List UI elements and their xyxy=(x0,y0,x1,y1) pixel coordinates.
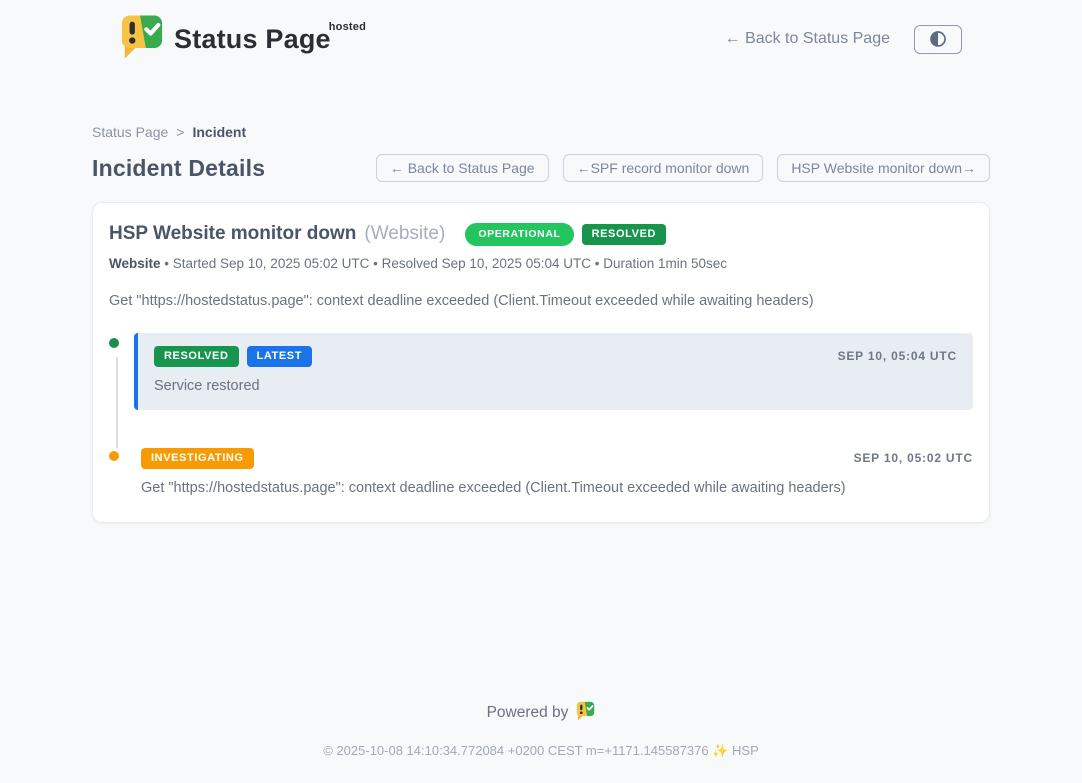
incident-meta-component: Website xyxy=(109,256,161,271)
brand-hosted-label: hosted xyxy=(329,21,366,33)
timeline-resolved-badge: RESOLVED xyxy=(154,346,239,367)
timeline-update-plain: INVESTIGATING SEP 10, 05:02 UTC Get "htt… xyxy=(134,446,973,496)
operational-status-badge: OPERATIONAL xyxy=(465,223,573,246)
back-to-status-page-button[interactable]: ← Back to Status Page xyxy=(376,154,549,182)
brand-logo[interactable]: Status Page hosted xyxy=(120,13,378,65)
timeline-timestamp: SEP 10, 05:04 UTC xyxy=(838,349,957,363)
timeline-message: Service restored xyxy=(154,378,957,394)
timeline-latest-badge: LATEST xyxy=(247,346,313,367)
incident-title: HSP Website monitor down xyxy=(109,223,356,245)
incident-meta: Website • Started Sep 10, 2025 05:02 UTC… xyxy=(109,256,973,271)
copyright-line: © 2025-10-08 14:10:34.772084 +0200 CEST … xyxy=(0,743,1082,759)
timeline-item-investigating: INVESTIGATING SEP 10, 05:02 UTC Get "htt… xyxy=(109,446,973,496)
brand-name: Status Page xyxy=(174,24,331,55)
page-title: Incident Details xyxy=(92,155,265,182)
timeline-dot-investigating xyxy=(106,448,122,464)
theme-toggle-button[interactable] xyxy=(914,25,962,54)
status-page-mini-logo-icon xyxy=(576,701,595,726)
copyright-brand: HSP xyxy=(732,743,759,758)
incident-component: (Website) xyxy=(364,223,445,245)
header: Status Page hosted ← Back to Status Page xyxy=(0,0,1082,78)
next-incident-button[interactable]: HSP Website monitor down→ xyxy=(777,154,990,182)
half-circle-icon xyxy=(928,29,948,49)
powered-by-label: Powered by xyxy=(487,704,569,722)
breadcrumb-separator: > xyxy=(176,124,184,140)
status-page-logo-icon xyxy=(120,13,164,65)
breadcrumb: Status Page > Incident xyxy=(92,124,990,140)
incident-nav-buttons: ← Back to Status Page ←SPF record monito… xyxy=(376,154,990,182)
breadcrumb-status-page-link[interactable]: Status Page xyxy=(92,124,168,140)
incident-meta-details: • Started Sep 10, 2025 05:02 UTC • Resol… xyxy=(161,256,728,271)
timeline-message: Get "https://hostedstatus.page": context… xyxy=(141,480,973,496)
copyright-text: © 2025-10-08 14:10:34.772084 +0200 CEST … xyxy=(323,743,708,758)
incident-timeline: RESOLVED LATEST SEP 10, 05:04 UTC Servic… xyxy=(109,333,973,496)
incident-card: HSP Website monitor down (Website) OPERA… xyxy=(92,202,990,523)
timeline-update-box: RESOLVED LATEST SEP 10, 05:04 UTC Servic… xyxy=(134,333,973,410)
breadcrumb-current: Incident xyxy=(192,124,246,140)
powered-by: Powered by xyxy=(487,701,596,726)
back-to-status-page-link[interactable]: ← Back to Status Page xyxy=(725,30,890,48)
incident-description: Get "https://hostedstatus.page": context… xyxy=(109,293,973,309)
timeline-investigating-badge: INVESTIGATING xyxy=(141,448,254,469)
sparkles-icon: ✨ xyxy=(712,743,728,758)
timeline-dot-resolved xyxy=(106,335,122,351)
timeline-timestamp: SEP 10, 05:02 UTC xyxy=(854,451,973,465)
prev-incident-button[interactable]: ←SPF record monitor down xyxy=(563,154,764,182)
resolved-status-badge: RESOLVED xyxy=(582,224,667,245)
timeline-item-resolved: RESOLVED LATEST SEP 10, 05:04 UTC Servic… xyxy=(109,333,973,410)
footer: Powered by © 2025-10-08 14:10:34.772084 … xyxy=(0,701,1082,783)
